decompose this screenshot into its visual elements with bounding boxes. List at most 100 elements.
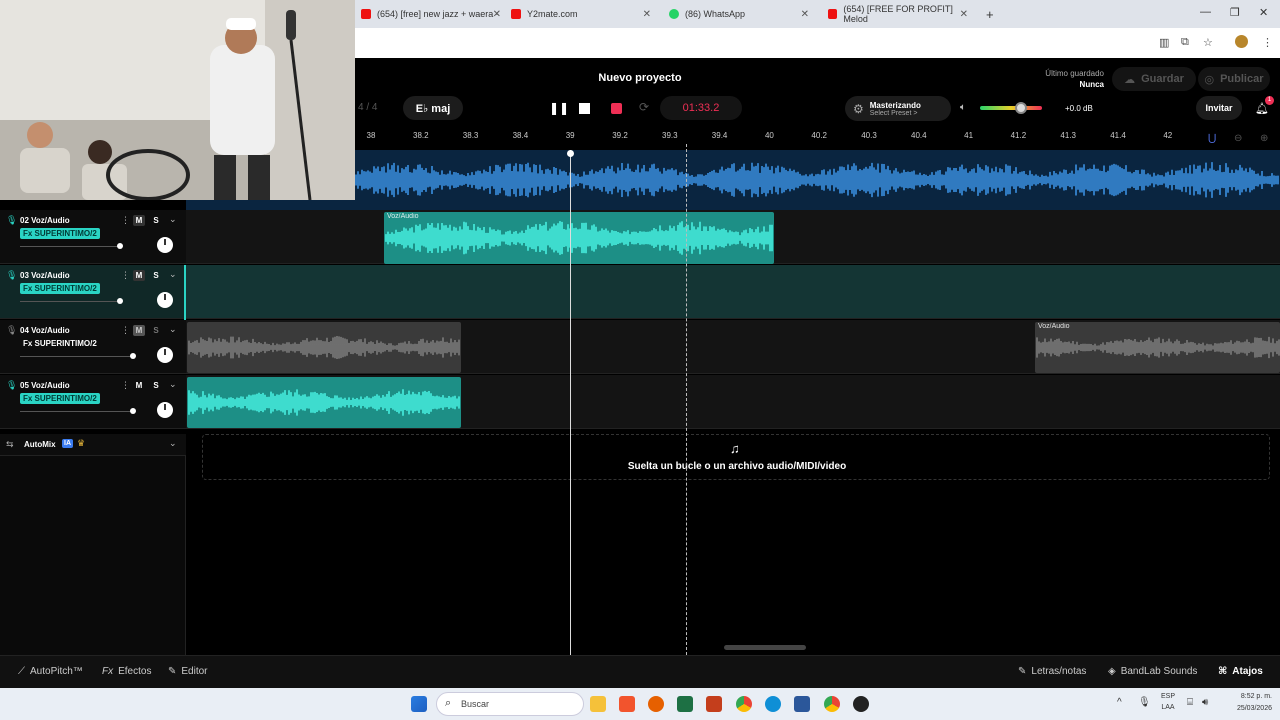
track-header[interactable]: 🎙︎ 05 Voz/Audio Fx SUPERINTIMO/2 ⋮ M S ⌄ [0, 375, 186, 429]
taskbar-search[interactable]: ⌕ Buscar [436, 692, 584, 716]
zoom-out-icon[interactable]: ⊖ [1234, 133, 1242, 144]
close-icon[interactable]: ✕ [643, 9, 651, 20]
chevron-down-icon[interactable]: ⌄ [169, 324, 177, 335]
fx-badge[interactable]: Fx SUPERINTIMO/2 [20, 283, 100, 294]
drop-zone[interactable]: ♫ Suelta un bucle o un archivo audio/MID… [202, 434, 1270, 480]
browser-tab[interactable]: (86) WhatsApp ✕ [663, 3, 813, 25]
powerpoint-icon[interactable] [706, 696, 722, 712]
solo-button[interactable]: S [150, 215, 162, 226]
pause-button[interactable]: ❚❚ [549, 101, 569, 115]
browser-tab[interactable]: (654) [free] new jazz + waera - ✕ [355, 3, 505, 25]
firefox-icon[interactable] [648, 696, 664, 712]
record-button[interactable] [611, 103, 622, 114]
audio-clip[interactable] [187, 322, 461, 373]
volume-thumb[interactable] [117, 298, 123, 304]
editor-button[interactable]: ✎ Editor [168, 666, 208, 677]
mute-button[interactable]: M [133, 380, 145, 391]
track-name[interactable]: 03 Voz/Audio [20, 271, 70, 280]
autopitch-button[interactable]: ⟋ AutoPitch™ [18, 666, 83, 677]
bandlab-sounds-button[interactable]: ◈ BandLab Sounds [1108, 666, 1197, 677]
close-window-icon[interactable]: ✕ [1259, 6, 1268, 19]
timeline-ruler[interactable]: 38 38.2 38.3 38.4 39 39.2 39.3 39.4 40 40.2 40.3 40… [355, 128, 1280, 144]
restore-icon[interactable]: ❐ [1230, 6, 1240, 19]
track-lane[interactable] [186, 265, 1280, 319]
effects-button[interactable]: Fx Efectos [102, 666, 151, 677]
master-volume-slider[interactable] [980, 106, 1042, 110]
fx-badge[interactable]: Fx SUPERINTIMO/2 [20, 228, 100, 239]
microphone-icon[interactable]: 🎙︎ [1138, 697, 1151, 708]
chevron-down-icon[interactable]: ⌄ [169, 379, 177, 390]
volume-thumb[interactable] [117, 243, 123, 249]
network-icon[interactable]: ⌸ [1187, 697, 1193, 708]
excel-icon[interactable] [677, 696, 693, 712]
close-icon[interactable]: ✕ [801, 9, 809, 20]
clock-time[interactable]: 8:52 p. m. [1220, 693, 1272, 700]
speaker-icon[interactable]: 🔈︎ [960, 102, 966, 113]
solo-button[interactable]: S [150, 270, 162, 281]
chevron-down-icon[interactable]: ⌄ [169, 438, 177, 449]
chevron-down-icon[interactable]: ⌄ [169, 214, 177, 225]
project-title[interactable]: Nuevo proyecto [540, 72, 740, 84]
playhead[interactable] [570, 150, 571, 655]
track-menu-icon[interactable]: ⋮ [121, 325, 130, 336]
solo-button[interactable]: S [150, 325, 162, 336]
volume-icon[interactable]: 🔊︎ [1202, 697, 1208, 708]
close-icon[interactable]: ✕ [960, 9, 968, 20]
pan-knob[interactable] [157, 347, 173, 363]
pan-knob[interactable] [157, 402, 173, 418]
solo-button[interactable]: S [150, 380, 162, 391]
close-icon[interactable]: ✕ [493, 9, 501, 20]
mute-button[interactable]: M [133, 325, 145, 336]
minimize-icon[interactable]: — [1200, 6, 1211, 18]
language-bottom[interactable]: LAA [1160, 704, 1176, 711]
track-menu-icon[interactable]: ⋮ [121, 270, 130, 281]
windows-start-icon[interactable] [411, 696, 427, 712]
track-name[interactable]: 02 Voz/Audio [20, 216, 70, 225]
publish-button[interactable]: ◎ Publicar [1198, 67, 1270, 91]
volume-slider[interactable] [20, 411, 133, 412]
brave-icon[interactable] [619, 696, 635, 712]
track-menu-icon[interactable]: ⋮ [121, 215, 130, 226]
github-icon[interactable] [853, 696, 869, 712]
invite-button[interactable]: Invitar [1196, 96, 1242, 120]
master-volume-thumb[interactable] [1015, 102, 1027, 114]
volume-slider[interactable] [20, 356, 133, 357]
track-header[interactable]: 🎙︎ 04 Voz/Audio Fx SUPERINTIMO/2 ⋮ M S ⌄ [0, 320, 186, 374]
key-selector[interactable]: E♭ maj [403, 96, 463, 120]
track-menu-icon[interactable]: ⋮ [121, 380, 130, 391]
sidebar-icon[interactable]: ▥ [1159, 36, 1169, 49]
volume-thumb[interactable] [130, 408, 136, 414]
browser-menu-icon[interactable]: ⋮ [1262, 36, 1273, 49]
playhead-handle[interactable] [567, 150, 574, 157]
chevron-up-icon[interactable]: ^ [1117, 697, 1122, 708]
audio-clip[interactable]: Voz/Audio [1035, 322, 1280, 373]
chrome-icon[interactable] [736, 696, 752, 712]
track-header[interactable]: 🎙︎ 03 Voz/Audio Fx SUPERINTIMO/2 ⋮ M S ⌄ [0, 265, 186, 319]
bookmark-star-icon[interactable]: ☆ [1203, 36, 1213, 49]
language-top[interactable]: ESP [1160, 693, 1176, 700]
fx-badge[interactable]: Fx SUPERINTIMO/2 [20, 338, 100, 349]
track-header[interactable]: 🎙︎ 02 Voz/Audio Fx SUPERINTIMO/2 ⋮ M S ⌄ [0, 210, 186, 264]
new-tab-button[interactable]: + [980, 3, 1000, 25]
volume-thumb[interactable] [130, 353, 136, 359]
magnet-icon[interactable]: ⋃ [1208, 133, 1216, 144]
stop-button[interactable] [579, 103, 590, 114]
word-icon[interactable] [794, 696, 810, 712]
track-name[interactable]: 05 Voz/Audio [20, 381, 70, 390]
mute-button[interactable]: M [133, 270, 145, 281]
browser-tab[interactable]: (654) [FREE FOR PROFIT] Melod ✕ [822, 3, 972, 25]
fx-badge[interactable]: Fx SUPERINTIMO/2 [20, 393, 100, 404]
browser-tab[interactable]: Y2mate.com ✕ [505, 3, 655, 25]
pan-knob[interactable] [157, 237, 173, 253]
chevron-down-icon[interactable]: ⌄ [169, 269, 177, 280]
time-signature[interactable]: 4 / 4 [358, 102, 377, 113]
mastering-button[interactable]: ⚙ Masterizando Select Preset > [845, 96, 951, 121]
pan-knob[interactable] [157, 292, 173, 308]
file-explorer-icon[interactable] [590, 696, 606, 712]
chrome-profile-icon[interactable] [824, 696, 840, 712]
loop-button[interactable]: ⟳ [639, 100, 649, 114]
install-app-icon[interactable]: ⧉ [1181, 36, 1189, 49]
volume-slider[interactable] [20, 301, 120, 302]
audio-clip[interactable]: Voz/Audio [384, 212, 774, 264]
save-button[interactable]: ☁ Guardar [1112, 67, 1196, 91]
